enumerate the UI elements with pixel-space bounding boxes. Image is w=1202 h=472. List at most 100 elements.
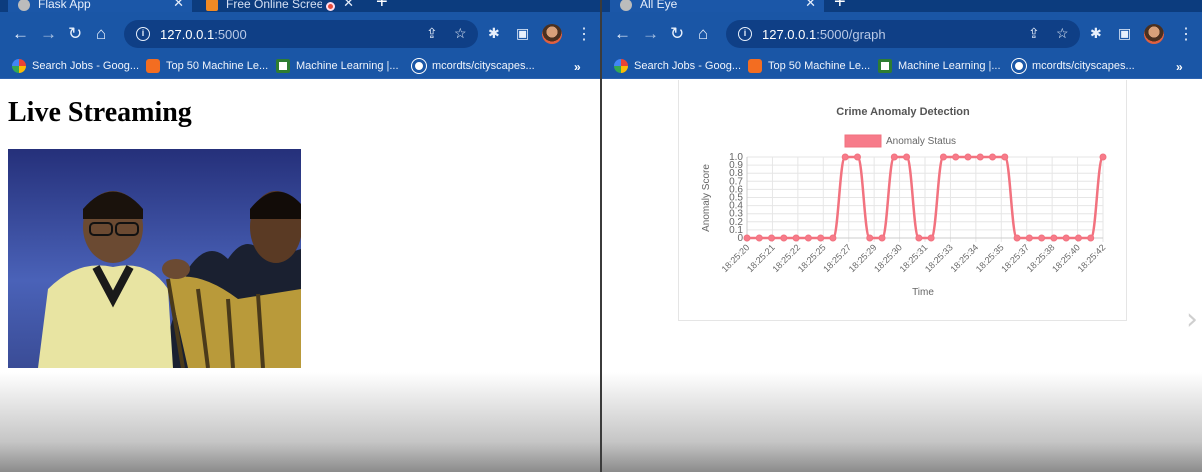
- bookmark-label: Machine Learning |...: [296, 60, 399, 72]
- url-host: 127.0.0.1: [762, 26, 817, 42]
- tab-title: All Eye: [640, 0, 678, 11]
- bookmark-top50-ml[interactable]: Top 50 Machine Le...: [748, 59, 870, 73]
- bookmark-star-icon[interactable]: ☆: [1056, 25, 1069, 42]
- data-point: [1025, 234, 1033, 242]
- new-tab-button[interactable]: +: [834, 0, 846, 12]
- address-bar[interactable]: i 127.0.0.1:5000: [124, 20, 478, 48]
- home-icon[interactable]: ⌂: [698, 24, 708, 44]
- page-content: Live Streaming: [0, 80, 600, 472]
- data-point: [829, 234, 837, 242]
- y-axis-title: Anomaly Score: [701, 164, 712, 232]
- site-info-icon[interactable]: i: [738, 27, 752, 41]
- menu-kebab-icon[interactable]: ⋮: [576, 24, 592, 44]
- page-title: Live Streaming: [8, 97, 192, 128]
- anomaly-line-chart: Crime Anomaly Detection Anomaly Status 0…: [701, 106, 1108, 298]
- forward-icon[interactable]: →: [40, 24, 57, 44]
- bookmark-search-jobs[interactable]: Search Jobs - Goog...: [12, 59, 139, 73]
- legend-swatch: [844, 134, 882, 148]
- bookmark-machine-learning[interactable]: Machine Learning |...: [878, 59, 1001, 73]
- globe-icon: [18, 0, 30, 11]
- x-tick-label: 18:25:42: [1076, 242, 1108, 274]
- data-point: [903, 153, 911, 161]
- forward-icon[interactable]: →: [642, 24, 659, 44]
- new-tab-button[interactable]: +: [376, 0, 388, 12]
- tab-all-eye[interactable]: All Eye ✕: [610, 0, 824, 12]
- address-bar[interactable]: i 127.0.0.1:5000/graph: [726, 20, 1080, 48]
- site-info-icon[interactable]: i: [136, 27, 150, 41]
- legend-label: Anomaly Status: [886, 136, 956, 147]
- bookmark-cityscapes[interactable]: mcordts/cityscapes...: [1011, 58, 1135, 74]
- share-icon[interactable]: ⇪: [1028, 25, 1040, 42]
- data-point: [1074, 234, 1082, 242]
- close-tab-icon[interactable]: ✕: [173, 0, 184, 11]
- more-bookmarks-icon[interactable]: »: [574, 60, 581, 74]
- data-point: [780, 234, 788, 242]
- data-point: [1087, 234, 1095, 242]
- globe-icon: [620, 0, 632, 11]
- bookmark-top50-ml[interactable]: Top 50 Machine Le...: [146, 59, 268, 73]
- site-icon: [276, 59, 290, 73]
- data-point: [743, 234, 751, 242]
- url-host: 127.0.0.1: [160, 26, 215, 42]
- data-point: [976, 153, 984, 161]
- data-point: [768, 234, 776, 242]
- data-point: [792, 234, 800, 242]
- left-browser-window: Flask App ✕ Free Online Screen Re ✕ + ← …: [0, 0, 600, 472]
- data-point: [866, 234, 874, 242]
- extensions-icon[interactable]: ✱: [488, 25, 500, 42]
- reload-icon[interactable]: ↻: [670, 24, 684, 44]
- site-icon: [146, 59, 160, 73]
- google-icon: [12, 59, 26, 73]
- data-point: [878, 234, 886, 242]
- back-icon[interactable]: ←: [12, 24, 29, 44]
- back-icon[interactable]: ←: [614, 24, 631, 44]
- url-path: :5000: [214, 26, 247, 42]
- tab-screen-recorder[interactable]: Free Online Screen Re ✕: [196, 0, 362, 12]
- bookmark-label: mcordts/cityscapes...: [1032, 60, 1135, 72]
- browser-toolbar: ← → ↻ ⌂ i 127.0.0.1:5000/graph ⇪ ☆ ✱ ▣ ⋮: [602, 12, 1202, 56]
- data-point: [952, 153, 960, 161]
- data-point: [890, 153, 898, 161]
- bookmark-cityscapes[interactable]: mcordts/cityscapes...: [411, 58, 535, 74]
- github-icon: [1011, 58, 1027, 74]
- browser-toolbar: ← → ↻ ⌂ i 127.0.0.1:5000 ⇪ ☆ ✱ ▣ ⋮: [0, 12, 600, 56]
- data-point: [755, 234, 763, 242]
- bookmark-label: Machine Learning |...: [898, 60, 1001, 72]
- bookmark-label: Top 50 Machine Le...: [166, 60, 269, 72]
- github-icon: [411, 58, 427, 74]
- chart-title: Crime Anomaly Detection: [836, 106, 970, 118]
- site-icon: [878, 59, 892, 73]
- home-icon[interactable]: ⌂: [96, 24, 106, 44]
- data-point: [989, 153, 997, 161]
- close-tab-icon[interactable]: ✕: [805, 0, 816, 11]
- tab-flask-app[interactable]: Flask App ✕: [8, 0, 192, 12]
- next-slide-icon[interactable]: ›: [1186, 302, 1198, 337]
- more-bookmarks-icon[interactable]: »: [1176, 60, 1183, 74]
- bookmark-machine-learning[interactable]: Machine Learning |...: [276, 59, 399, 73]
- data-point: [927, 234, 935, 242]
- data-point: [1062, 234, 1070, 242]
- tab-strip: Flask App ✕ Free Online Screen Re ✕ +: [0, 0, 600, 12]
- bookmark-search-jobs[interactable]: Search Jobs - Goog...: [614, 59, 741, 73]
- side-panel-icon[interactable]: ▣: [1118, 25, 1131, 42]
- data-point: [1099, 153, 1107, 161]
- bookmark-label: Search Jobs - Goog...: [32, 60, 139, 72]
- close-tab-icon[interactable]: ✕: [343, 0, 354, 11]
- extensions-icon[interactable]: ✱: [1090, 25, 1102, 42]
- profile-avatar[interactable]: [542, 24, 562, 44]
- data-point: [841, 153, 849, 161]
- google-icon: [614, 59, 628, 73]
- side-panel-icon[interactable]: ▣: [516, 25, 529, 42]
- tab-title: Free Online Screen Re: [226, 0, 323, 11]
- profile-avatar[interactable]: [1144, 24, 1164, 44]
- bookmark-star-icon[interactable]: ☆: [454, 25, 467, 42]
- data-point: [804, 234, 812, 242]
- menu-kebab-icon[interactable]: ⋮: [1178, 24, 1194, 44]
- data-point: [1013, 234, 1021, 242]
- bookmarks-bar: Search Jobs - Goog... Top 50 Machine Le.…: [0, 56, 600, 79]
- reload-icon[interactable]: ↻: [68, 24, 82, 44]
- data-point: [964, 153, 972, 161]
- share-icon[interactable]: ⇪: [426, 25, 438, 42]
- data-point: [1038, 234, 1046, 242]
- recording-icon: [326, 2, 336, 11]
